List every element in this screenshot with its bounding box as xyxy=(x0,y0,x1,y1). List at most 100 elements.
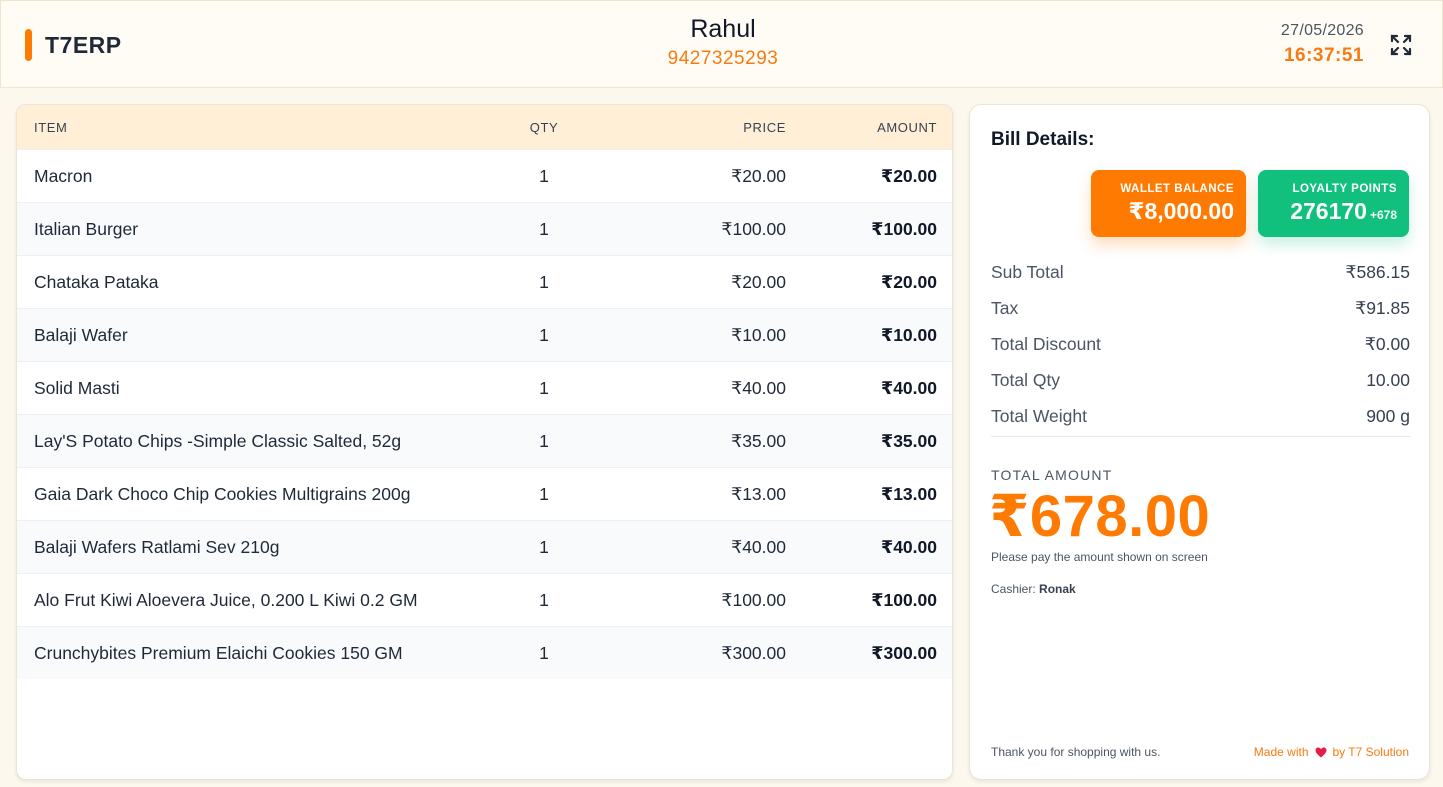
cell-qty: 1 xyxy=(539,589,549,610)
summary-row: Total Qty 10.00 xyxy=(991,362,1410,398)
cell-price: ₹100.00 xyxy=(721,589,786,610)
cart-items-table: ITEM QTY PRICE AMOUNT Macron 1 ₹20.00 ₹20.0… xyxy=(16,104,953,780)
table-row: Macron 1 ₹20.00 ₹20.00 xyxy=(17,149,952,202)
made-by-text: by T7 Solution xyxy=(1332,745,1410,759)
thank-you-note: Thank you for shopping with us. xyxy=(991,745,1161,759)
cell-price: ₹40.00 xyxy=(731,377,786,398)
loyalty-points-line: 276170 +678 xyxy=(1270,196,1397,230)
cell-amount: ₹13.00 xyxy=(881,483,937,504)
loyalty-points-value: 276170 xyxy=(1290,198,1367,224)
summary-row: Sub Total ₹586.15 xyxy=(991,254,1410,290)
bill-title: Bill Details: xyxy=(991,129,1095,150)
summary-row: Tax ₹91.85 xyxy=(991,290,1410,326)
cell-item: Macron xyxy=(34,165,93,186)
customer-info: Rahul 9427325293 xyxy=(523,13,923,73)
customer-name: Rahul xyxy=(690,15,756,43)
brand-accent-bar xyxy=(25,29,32,61)
cell-item: Alo Frut Kiwi Aloevera Juice, 0.200 L Ki… xyxy=(34,589,418,610)
cell-price: ₹100.00 xyxy=(721,218,786,239)
loyalty-points-delta: +678 xyxy=(1369,208,1397,222)
cell-amount: ₹40.00 xyxy=(881,536,937,557)
cashier-name: Ronak xyxy=(1039,582,1076,596)
cell-qty: 1 xyxy=(539,218,549,239)
cell-item: Chataka Pataka xyxy=(34,271,159,292)
table-row: Alo Frut Kiwi Aloevera Juice, 0.200 L Ki… xyxy=(17,573,952,626)
column-header-price: PRICE xyxy=(743,119,786,135)
wallet-balance-label: WALLET BALANCE xyxy=(1120,183,1234,195)
cell-qty: 1 xyxy=(539,483,549,504)
fullscreen-button[interactable] xyxy=(1390,34,1412,56)
cell-amount: ₹10.00 xyxy=(881,324,937,345)
cell-qty: 1 xyxy=(539,324,549,345)
cell-amount: ₹100.00 xyxy=(871,218,937,239)
brand-name: T7ERP xyxy=(45,31,122,58)
cell-amount: ₹20.00 xyxy=(881,165,937,186)
cell-qty: 1 xyxy=(539,430,549,451)
cell-item: Gaia Dark Choco Chip Cookies Multigrains… xyxy=(34,483,411,504)
table-body: Macron 1 ₹20.00 ₹20.00 Italian Burger 1 ₹100.0… xyxy=(17,149,952,679)
table-row: Gaia Dark Choco Chip Cookies Multigrains… xyxy=(17,467,952,520)
summary-value: 900 g xyxy=(1366,405,1410,426)
wallet-balance-badge: WALLET BALANCE ₹8,000.00 xyxy=(1091,170,1246,237)
cell-qty: 1 xyxy=(539,536,549,557)
cell-price: ₹20.00 xyxy=(731,271,786,292)
table-row: Chataka Pataka 1 ₹20.00 ₹20.00 xyxy=(17,255,952,308)
cell-item: Solid Masti xyxy=(34,377,120,398)
heart-icon xyxy=(1315,747,1326,757)
fullscreen-icon xyxy=(1390,34,1412,56)
summary-value: 10.00 xyxy=(1366,369,1410,390)
cell-item: Balaji Wafers Ratlami Sev 210g xyxy=(34,536,280,557)
summary-label: Sub Total xyxy=(991,261,1064,282)
cell-price: ₹20.00 xyxy=(731,165,786,186)
column-header-amount: AMOUNT xyxy=(877,119,937,135)
cell-item: Italian Burger xyxy=(34,218,139,239)
cell-qty: 1 xyxy=(539,642,549,663)
wallet-balance-value: ₹8,000.00 xyxy=(1128,198,1234,224)
clock: 27/05/2026 16:37:51 xyxy=(1281,21,1364,71)
summary-label: Total Weight xyxy=(991,405,1087,426)
summary-value: ₹0.00 xyxy=(1364,333,1410,354)
cell-qty: 1 xyxy=(539,271,549,292)
cell-amount: ₹20.00 xyxy=(881,271,937,292)
cell-item: Balaji Wafer xyxy=(34,324,128,345)
column-header-item: ITEM xyxy=(34,119,68,135)
cell-price: ₹300.00 xyxy=(721,642,786,663)
cell-amount: ₹300.00 xyxy=(871,642,937,663)
bill-summary: Sub Total ₹586.15 Tax ₹91.85 Total Discount ₹… xyxy=(991,254,1410,434)
column-header-qty: QTY xyxy=(529,119,559,135)
table-row: Crunchybites Premium Elaichi Cookies 150… xyxy=(17,626,952,679)
total-amount-value: ₹678.00 xyxy=(989,484,1211,549)
table-row: Lay'S Potato Chips -Simple Classic Salte… xyxy=(17,414,952,467)
current-time: 16:37:51 xyxy=(1283,45,1364,66)
table-row: Italian Burger 1 ₹100.00 ₹100.00 xyxy=(17,202,952,255)
pay-note: Please pay the amount shown on screen xyxy=(991,550,1208,564)
cell-item: Lay'S Potato Chips -Simple Classic Salte… xyxy=(34,430,402,451)
cell-item: Crunchybites Premium Elaichi Cookies 150… xyxy=(34,642,403,663)
table-row: Balaji Wafer 1 ₹10.00 ₹10.00 xyxy=(17,308,952,361)
total-amount-label: TOTAL AMOUNT xyxy=(991,467,1113,483)
customer-phone: 9427325293 xyxy=(667,48,779,69)
cell-amount: ₹35.00 xyxy=(881,430,937,451)
summary-row: Total Discount ₹0.00 xyxy=(991,326,1410,362)
summary-value: ₹586.15 xyxy=(1345,261,1410,282)
cashier-info: Cashier: Ronak xyxy=(991,582,1076,596)
loyalty-points-badge: LOYALTY POINTS 276170 +678 xyxy=(1258,170,1409,237)
table-header: ITEM QTY PRICE AMOUNT xyxy=(17,105,952,149)
bill-details-panel: Bill Details: WALLET BALANCE ₹8,000.00 L… xyxy=(969,104,1430,780)
brand: T7ERP xyxy=(25,29,122,61)
made-with-text: Made with xyxy=(1253,745,1309,759)
summary-label: Total Discount xyxy=(991,333,1101,354)
loyalty-points-label: LOYALTY POINTS xyxy=(1292,183,1397,195)
made-with-credit: Made with by T7 Solution xyxy=(1254,745,1409,759)
header-bar: T7ERP Rahul 9427325293 27/05/2026 16:37:… xyxy=(0,0,1443,88)
cell-price: ₹40.00 xyxy=(731,536,786,557)
cell-qty: 1 xyxy=(539,165,549,186)
cell-qty: 1 xyxy=(539,377,549,398)
cell-price: ₹13.00 xyxy=(731,483,786,504)
table-row: Solid Masti 1 ₹40.00 ₹40.00 xyxy=(17,361,952,414)
summary-value: ₹91.85 xyxy=(1355,297,1410,318)
summary-row: Total Weight 900 g xyxy=(991,398,1410,434)
cell-amount: ₹40.00 xyxy=(881,377,937,398)
cashier-label: Cashier: xyxy=(991,582,1036,596)
cell-price: ₹35.00 xyxy=(731,430,786,451)
